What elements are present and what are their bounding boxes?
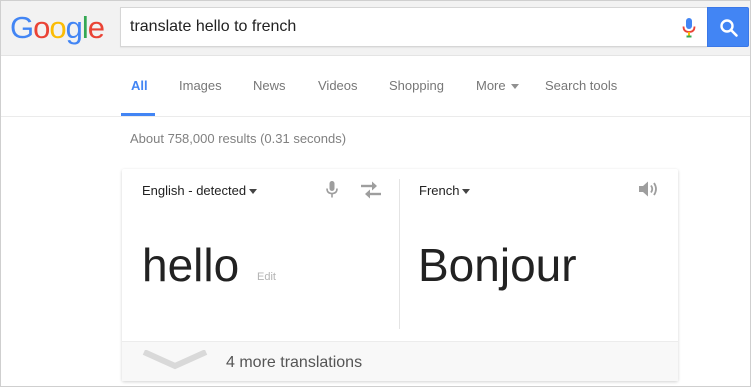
search-input[interactable] <box>130 8 670 46</box>
search-tabs: All Images News Videos Shopping More Sea… <box>1 56 750 117</box>
logo-letter: e <box>87 10 105 45</box>
google-logo[interactable]: Google <box>10 10 105 45</box>
tab-search-tools[interactable]: Search tools <box>545 78 617 93</box>
tab-shopping[interactable]: Shopping <box>389 78 444 93</box>
search-box <box>120 7 707 47</box>
chevron-down-icon <box>462 189 471 195</box>
more-translations-bar[interactable]: 4 more translations <box>122 341 678 381</box>
speaker-icon[interactable] <box>638 180 660 198</box>
tab-more[interactable]: More <box>476 78 519 93</box>
translated-text: Bonjour <box>418 239 577 291</box>
logo-letter: g <box>65 10 83 45</box>
mic-icon[interactable] <box>681 17 697 39</box>
tab-videos[interactable]: Videos <box>318 78 358 93</box>
active-tab-indicator <box>121 113 155 116</box>
more-translations-label: 4 more translations <box>226 354 363 371</box>
edit-link[interactable]: Edit <box>257 271 276 283</box>
target-language-select[interactable]: French <box>419 183 471 198</box>
header: Google <box>1 1 750 56</box>
search-button[interactable] <box>707 7 749 47</box>
source-text[interactable]: hello <box>142 237 239 293</box>
translate-card: English - detected French hello Edit Bon… <box>122 169 678 381</box>
search-icon <box>720 19 738 37</box>
target-language-label: French <box>419 183 460 198</box>
source-language-select[interactable]: English - detected <box>142 183 258 198</box>
swap-languages-icon[interactable] <box>360 181 382 199</box>
chevron-down-icon <box>142 350 208 370</box>
chevron-down-icon <box>510 84 519 90</box>
microphone-icon[interactable] <box>326 181 338 199</box>
logo-letter: o <box>49 10 66 45</box>
logo-letter: o <box>33 10 50 45</box>
tab-images[interactable]: Images <box>179 78 222 93</box>
page-frame: Google All Images News Videos Shopping M… <box>0 0 751 387</box>
tab-news[interactable]: News <box>253 78 286 93</box>
source-language-label: English - detected <box>142 183 247 198</box>
tab-all[interactable]: All <box>131 78 148 93</box>
results-stats: About 758,000 results (0.31 seconds) <box>130 131 347 146</box>
logo-letter: G <box>10 10 34 45</box>
column-divider <box>399 179 400 329</box>
chevron-down-icon <box>249 189 258 195</box>
tab-more-label: More <box>476 78 506 93</box>
